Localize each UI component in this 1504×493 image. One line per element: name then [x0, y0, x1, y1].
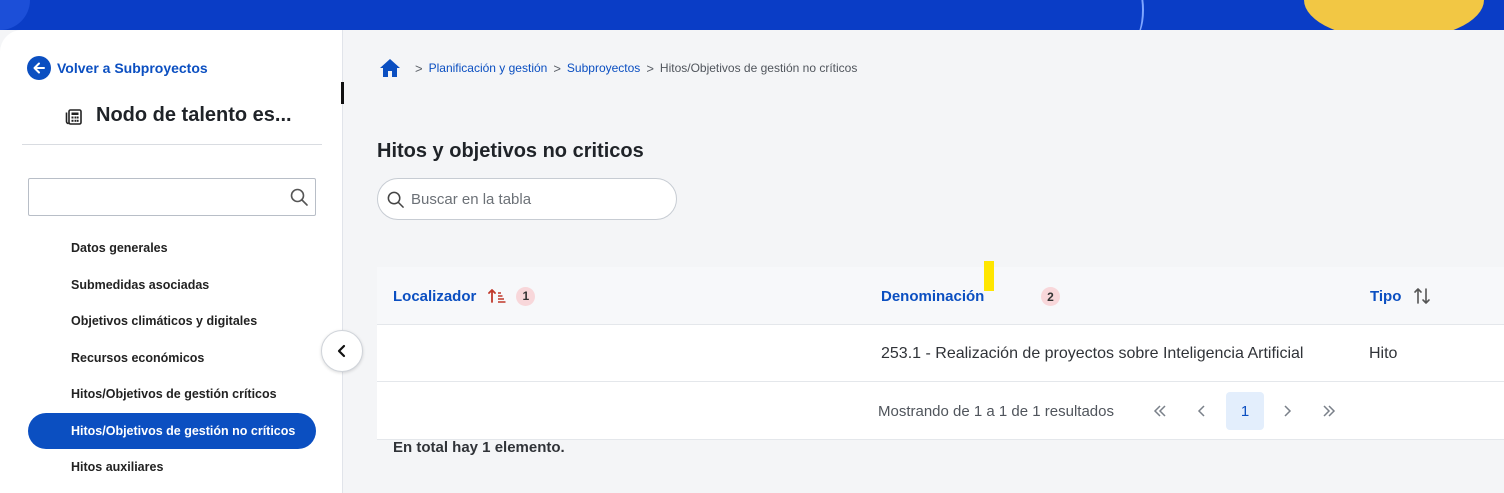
top-banner: [0, 0, 1504, 30]
sort-ascending-icon: [488, 288, 506, 304]
sidebar-item-recursos-economicos[interactable]: Recursos económicos: [28, 340, 316, 377]
column-header-localizador[interactable]: Localizador 1: [393, 267, 536, 325]
sidebar-item-objetivos-climaticos[interactable]: Objetivos climáticos y digitales: [28, 303, 316, 340]
last-page-button[interactable]: [1310, 392, 1348, 430]
double-chevron-right-icon: [1322, 405, 1336, 417]
data-table: Localizador 1 Denominación 2 Tipo 253.1 …: [377, 261, 1504, 456]
table-search-input[interactable]: Buscar en la tabla: [377, 178, 677, 220]
highlight-marker: [984, 261, 994, 291]
sort-order-badge: 2: [1041, 287, 1060, 306]
column-header-tipo[interactable]: Tipo: [1370, 267, 1431, 325]
back-link-label: Volver a Subproyectos: [57, 60, 208, 76]
main-content: > Planificación y gestión > Subproyectos…: [344, 30, 1504, 493]
home-icon[interactable]: [379, 58, 401, 78]
cell-tipo: Hito: [1369, 344, 1398, 362]
breadcrumb-current: Hitos/Objetivos de gestión no críticos: [659, 61, 858, 75]
calculator-icon: [64, 106, 84, 126]
sort-icon: [1413, 287, 1431, 305]
search-icon: [289, 187, 309, 212]
chevron-right-icon: [1282, 405, 1292, 417]
sidebar-item-hitos-auxiliares[interactable]: Hitos auxiliares: [28, 449, 316, 486]
table-row[interactable]: 253.1 - Realización de proyectos sobre I…: [377, 325, 1504, 382]
previous-page-button[interactable]: [1183, 392, 1221, 430]
sidebar-item-hitos-no-criticos[interactable]: Hitos/Objetivos de gestión no críticos: [28, 412, 316, 449]
breadcrumb: > Planificación y gestión > Subproyectos…: [379, 58, 857, 78]
breadcrumb-link-planificacion[interactable]: Planificación y gestión: [429, 61, 548, 75]
sidebar-divider: [22, 144, 322, 145]
column-label: Denominación: [881, 287, 985, 305]
back-to-subprojects-link[interactable]: Volver a Subproyectos: [27, 56, 208, 80]
next-page-button[interactable]: [1268, 392, 1306, 430]
column-label: Tipo: [1370, 287, 1402, 305]
total-count-text: En total hay 1 elemento.: [393, 439, 565, 456]
chevron-left-icon: [1197, 405, 1207, 417]
pagination-summary: Mostrando de 1 a 1 de 1 resultados: [878, 402, 1114, 420]
column-header-denominacion[interactable]: Denominación: [881, 267, 984, 325]
sidebar-item-datos-generales[interactable]: Datos generales: [28, 230, 316, 267]
sidebar-item-hitos-criticos[interactable]: Hitos/Objetivos de gestión críticos: [28, 376, 316, 413]
search-icon: [386, 190, 405, 209]
pagination: Mostrando de 1 a 1 de 1 resultados 1: [377, 382, 1504, 440]
project-title-text: Nodo de talento es...: [96, 104, 292, 126]
chevron-right-icon: >: [415, 60, 423, 76]
chevron-right-icon: >: [646, 60, 654, 76]
sidebar: Volver a Subproyectos Nodo de talento es…: [0, 30, 343, 493]
banner-decoration: [1304, 0, 1484, 30]
sidebar-nav: Datos generales Submedidas asociadas Obj…: [28, 230, 316, 486]
double-chevron-left-icon: [1153, 405, 1167, 417]
breadcrumb-link-subproyectos[interactable]: Subproyectos: [567, 61, 640, 75]
cell-denominacion: 253.1 - Realización de proyectos sobre I…: [881, 344, 1304, 362]
page-button-current[interactable]: 1: [1226, 392, 1264, 430]
sidebar-search-input[interactable]: [28, 178, 316, 216]
banner-decoration: [1120, 0, 1144, 30]
banner-decoration: [0, 0, 30, 30]
table-search-placeholder: Buscar en la tabla: [411, 190, 532, 208]
arrow-left-icon: [27, 56, 51, 80]
sort-order-badge: 1: [516, 286, 536, 306]
chevron-right-icon: >: [553, 60, 561, 76]
project-title: Nodo de talento es...: [64, 104, 292, 127]
sidebar-item-submedidas[interactable]: Submedidas asociadas: [28, 267, 316, 304]
column-label: Localizador: [393, 287, 477, 305]
page-title: Hitos y objetivos no criticos: [377, 140, 644, 162]
first-page-button[interactable]: [1141, 392, 1179, 430]
table-header: Localizador 1 Denominación 2 Tipo: [377, 261, 1504, 325]
